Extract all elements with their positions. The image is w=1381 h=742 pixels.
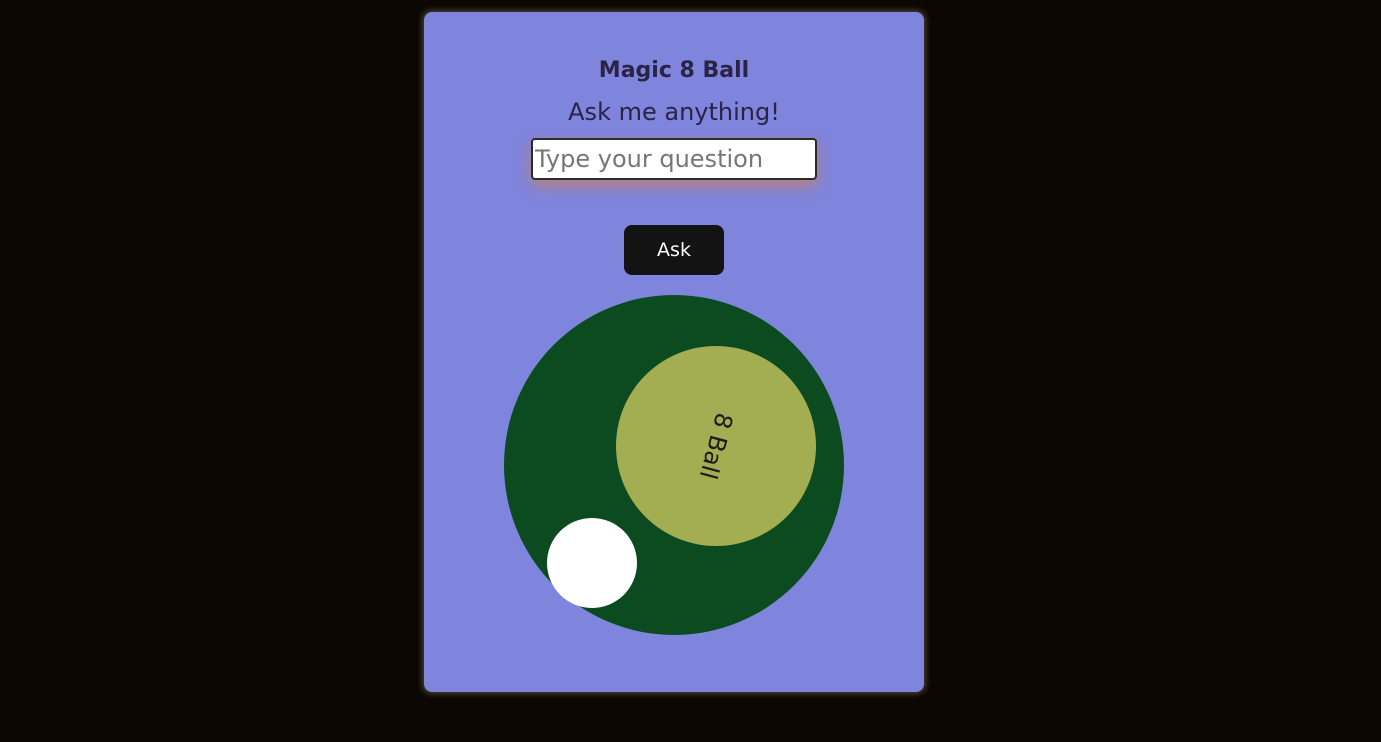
ball-answer-window: 8 Ball <box>616 346 816 546</box>
magic-8-ball-card: Magic 8 Ball Ask me anything! Ask 8 Ball <box>424 12 924 692</box>
ball-label: 8 Ball <box>693 409 739 483</box>
ball-highlight <box>547 518 637 608</box>
page-subtitle: Ask me anything! <box>568 98 780 126</box>
page-title: Magic 8 Ball <box>598 58 750 83</box>
magic-8-ball: 8 Ball <box>504 295 844 635</box>
ask-button[interactable]: Ask <box>624 225 724 275</box>
question-input[interactable] <box>531 138 817 180</box>
